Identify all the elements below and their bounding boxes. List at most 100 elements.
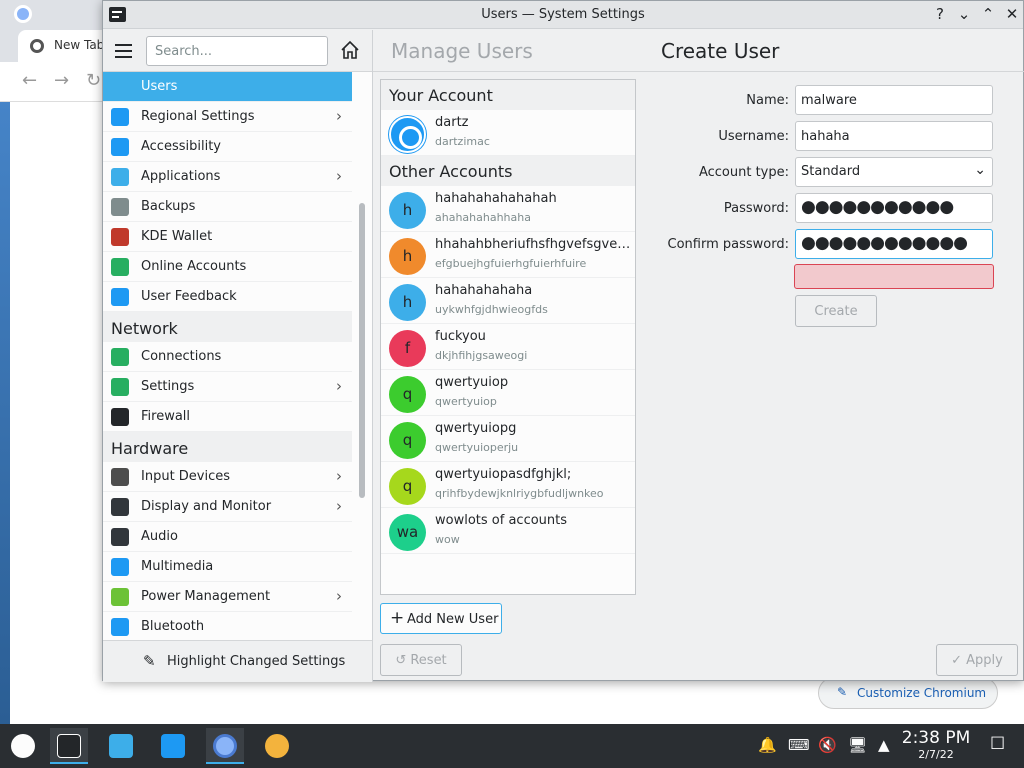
account-name: hahahahahaha (435, 283, 533, 298)
sidebar-item-label: Power Management (141, 589, 271, 604)
account-name: qwertyuiopasdfghjkl; (435, 467, 572, 482)
power-management-icon (111, 588, 129, 606)
sidebar-item-kde-wallet[interactable]: KDE Wallet (103, 222, 352, 252)
account-row[interactable]: q qwertyuiopasdfghjkl; qrihfbydewjknlriygb… (381, 462, 635, 508)
title-bar: Users — System Settings ? ⌄ ⌃ ✕ (103, 1, 1023, 29)
account-username: dkjhfihjgsaweogi (435, 349, 528, 362)
sidebar-item-input-devices[interactable]: Input Devices › (103, 462, 352, 492)
breadcrumb-manage-users[interactable]: Manage Users (391, 39, 533, 63)
chromium-taskbar-icon (213, 734, 237, 758)
keyboard-icon[interactable]: ⌨ (788, 736, 810, 754)
volume-muted-icon[interactable]: 🔇 (818, 736, 837, 754)
name-field[interactable] (795, 85, 993, 115)
online-accounts-icon (111, 258, 129, 276)
account-username: qwertyuiop (435, 395, 497, 408)
sidebar-item-bluetooth[interactable]: Bluetooth (103, 612, 352, 640)
sidebar-item-accessibility[interactable]: Accessibility (103, 132, 352, 162)
account-name: dartz (435, 115, 469, 130)
avatar: q (389, 422, 426, 459)
avatar: h (389, 192, 426, 229)
back-icon[interactable]: ← (22, 70, 37, 91)
reload-icon[interactable]: ↻ (86, 70, 101, 91)
sidebar-item-connections[interactable]: Connections (103, 342, 352, 372)
sidebar-item-label: Accessibility (141, 139, 221, 154)
account-row[interactable]: f fuckyou dkjhfihjgsaweogi (381, 324, 635, 370)
discover-store-icon (109, 734, 133, 758)
scrollbar-thumb[interactable] (359, 203, 365, 498)
users-icon (111, 78, 129, 96)
account-username: efgbuejhgfuierhgfuierhfuire (435, 257, 587, 270)
sidebar-item-settings[interactable]: Settings › (103, 372, 352, 402)
customize-chromium-button[interactable]: ✎ Customize Chromium (818, 677, 998, 709)
apply-button[interactable]: ✓ Apply (936, 644, 1018, 676)
sidebar-item-label: Backups (141, 199, 196, 214)
avatar: q (389, 468, 426, 505)
sidebar-item-power-management[interactable]: Power Management › (103, 582, 352, 612)
sidebar-footer[interactable]: ✎ Highlight Changed Settings (103, 640, 372, 682)
clock-date[interactable]: 2/7/22 (900, 748, 972, 761)
notifications-icon[interactable]: 🔔 (758, 736, 777, 754)
reset-label: Reset (410, 653, 447, 668)
taskbar-discover[interactable] (102, 728, 140, 764)
search-input[interactable] (146, 36, 328, 66)
account-row[interactable]: h hahahahahaha uykwhfgjdhwieogfds (381, 278, 635, 324)
sidebar-item-users[interactable]: Users (103, 72, 352, 102)
sidebar-item-user-feedback[interactable]: User Feedback (103, 282, 352, 312)
sidebar-item-audio[interactable]: Audio (103, 522, 352, 552)
taskbar: 🔔 ⌨ 🔇 🖥 ▲ 2:38 PM 2/7/22 ☐ (0, 724, 1024, 768)
taskbar-chromium[interactable] (206, 728, 244, 764)
sidebar-item-multimedia[interactable]: Multimedia (103, 552, 352, 582)
network-icon[interactable]: 🖥 (848, 736, 867, 754)
sidebar-scrollbar[interactable] (352, 72, 372, 640)
account-type-select[interactable]: Standard ⌄ (795, 157, 993, 187)
section-network: Network (103, 312, 352, 342)
kde-avatar-icon (389, 116, 426, 153)
create-button[interactable]: Create (795, 295, 877, 327)
account-row[interactable]: wa wowlots of accounts wow (381, 508, 635, 554)
taskbar-updater[interactable] (258, 728, 296, 764)
chromium-icon (14, 5, 32, 23)
sidebar-item-label: Connections (141, 349, 222, 364)
network-settings-icon (111, 378, 129, 396)
system-settings-window: Users — System Settings ? ⌄ ⌃ ✕ Users Reg… (102, 0, 1024, 682)
account-row[interactable]: q qwertyuiopg qwertyuioperju (381, 416, 635, 462)
reset-button[interactable]: ↺ Reset (380, 644, 462, 676)
confirm-password-field[interactable]: ●●●●●●●●●●●● (795, 229, 993, 259)
account-row[interactable]: q qwertyuiop qwertyuiop (381, 370, 635, 416)
taskbar-dolphin[interactable] (154, 728, 192, 764)
maximize-icon[interactable]: ⌃ (978, 5, 998, 25)
sidebar-item-label: Settings (141, 379, 195, 394)
sidebar-item-applications[interactable]: Applications › (103, 162, 352, 192)
confirm-password-label: Confirm password: (667, 237, 789, 252)
show-desktop-icon[interactable]: ☐ (990, 734, 1005, 754)
chrome-logo-icon (30, 39, 44, 53)
chevron-right-icon: › (336, 587, 342, 605)
sidebar: Users Regional Settings › Accessibility Appl… (103, 72, 352, 640)
account-type-label: Account type: (698, 165, 789, 180)
sidebar-item-regional-settings[interactable]: Regional Settings › (103, 102, 352, 132)
sidebar-item-display-and-monitor[interactable]: Display and Monitor › (103, 492, 352, 522)
help-icon[interactable]: ? (930, 5, 950, 25)
firewall-icon (111, 408, 129, 426)
sidebar-item-firewall[interactable]: Firewall (103, 402, 352, 432)
home-icon[interactable] (340, 40, 360, 60)
avatar: q (389, 376, 426, 413)
tray-expand-icon[interactable]: ▲ (878, 736, 890, 754)
apply-label: Apply (966, 653, 1003, 668)
password-mismatch-message (794, 264, 994, 289)
sidebar-separator (372, 30, 373, 682)
forward-icon[interactable]: → (54, 70, 69, 91)
sidebar-item-online-accounts[interactable]: Online Accounts (103, 252, 352, 282)
account-username: qrihfbydewjknlriygbfudljwnkeo (435, 487, 604, 500)
taskbar-system-settings[interactable] (50, 728, 88, 764)
close-icon[interactable]: ✕ (1002, 5, 1022, 25)
sidebar-item-backups[interactable]: Backups (103, 192, 352, 222)
minimize-icon[interactable]: ⌄ (954, 5, 974, 25)
clock-time[interactable]: 2:38 PM (900, 728, 972, 748)
add-new-user-button[interactable]: + Add New User (380, 603, 502, 634)
hamburger-menu-icon[interactable] (115, 44, 132, 58)
password-field[interactable]: ●●●●●●●●●●● (795, 193, 993, 223)
application-launcher[interactable] (4, 728, 42, 764)
system-settings-icon (57, 734, 81, 758)
username-field[interactable] (795, 121, 993, 151)
